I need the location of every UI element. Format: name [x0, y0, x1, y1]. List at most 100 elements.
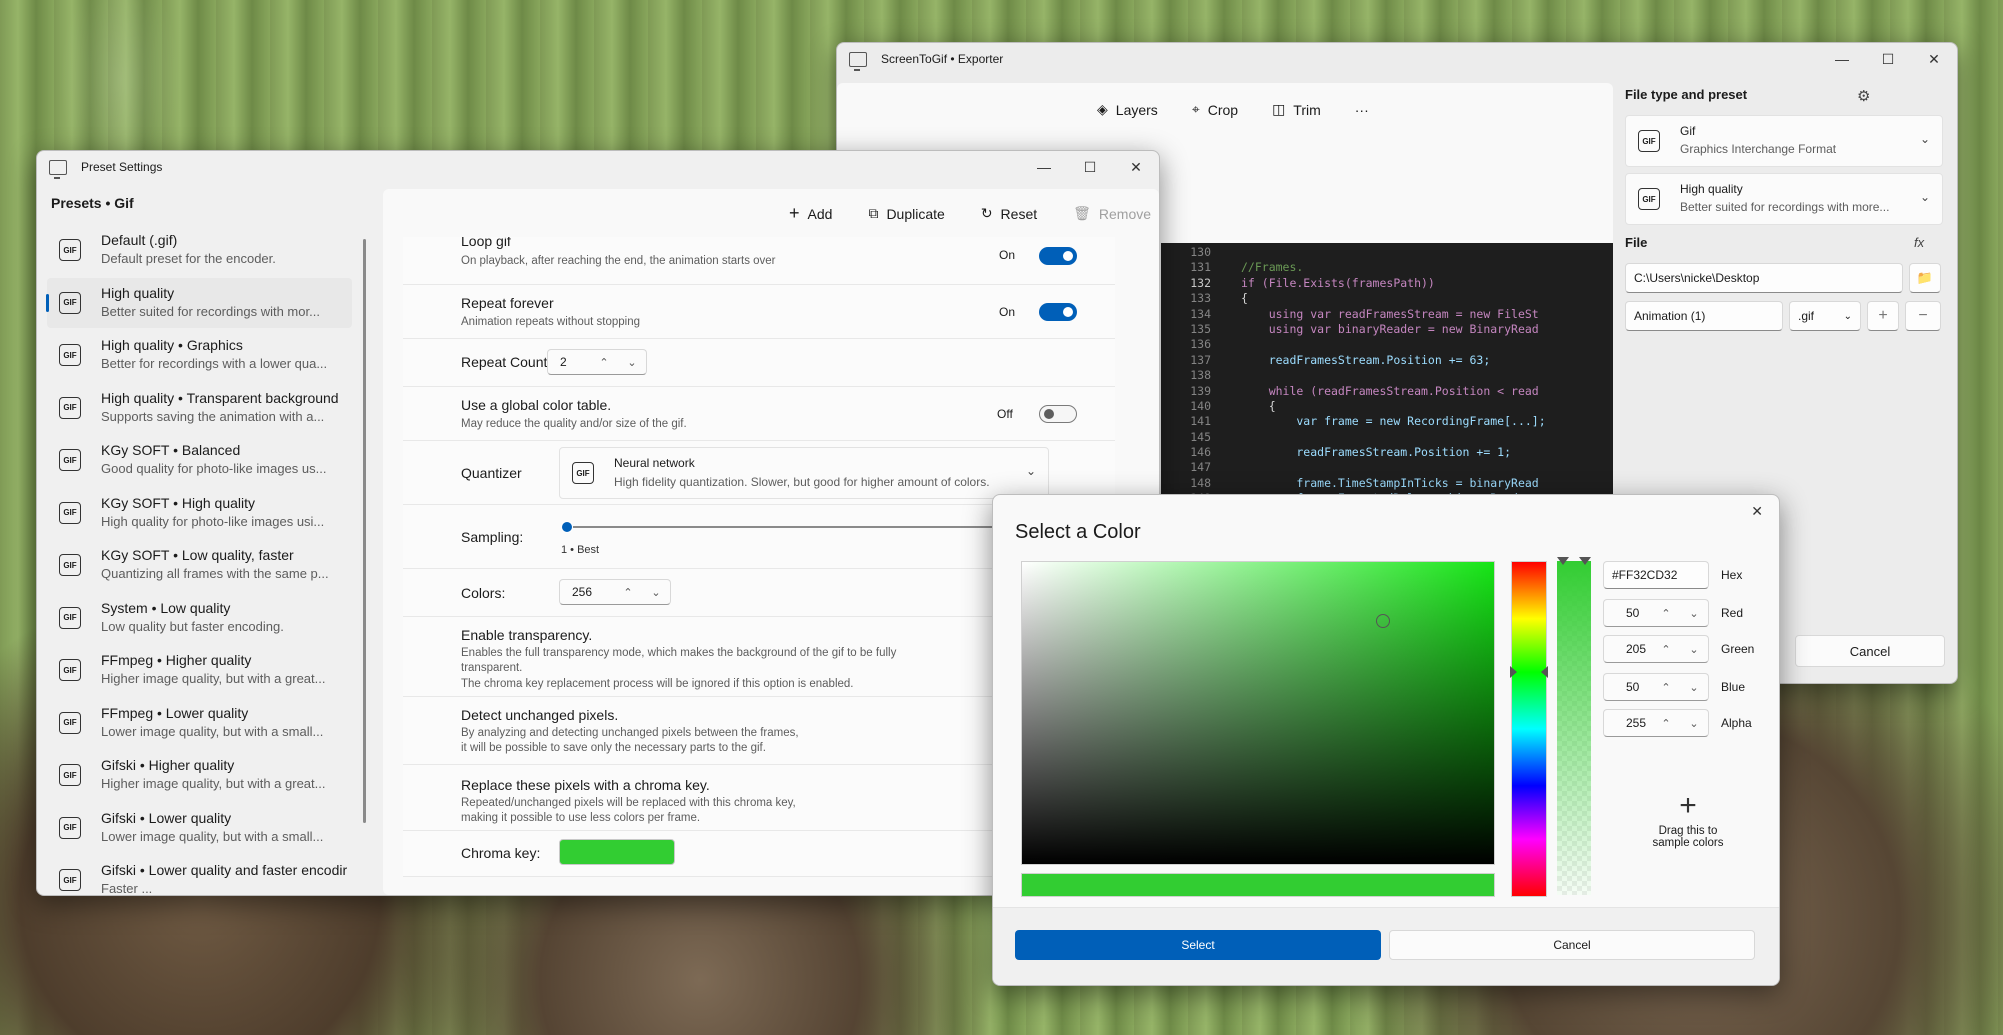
preset-list-item[interactable]: GIF FFmpeg • Higher quality Higher image q… [47, 645, 352, 695]
preset-list-item[interactable]: GIF FFmpeg • Lower quality Lower image qua… [47, 698, 352, 748]
increase-number-button[interactable]: + [1867, 301, 1899, 331]
code-line: 131 //Frames. [1161, 260, 1613, 275]
preset-list-item[interactable]: GIF System • Low quality Low quality but f… [47, 593, 352, 643]
alpha-handle-left [1557, 557, 1569, 565]
path-input[interactable]: C:\Users\nicke\Desktop [1625, 263, 1903, 293]
preset-list-item[interactable]: GIF Gifski • Lower quality and faster enc… [47, 855, 352, 895]
preset-list-item[interactable]: GIF KGy SOFT • High quality High quality f… [47, 488, 352, 538]
maximize-icon[interactable]: ☐ [1865, 43, 1911, 75]
preset-list-item[interactable]: GIF Gifski • Lower quality Lower image qua… [47, 803, 352, 853]
chevron-up-icon[interactable]: ⌃ [1652, 681, 1680, 694]
exporter-cancel-button[interactable]: Cancel [1795, 635, 1945, 667]
code-text: readFramesStream.Position += 63; [1241, 352, 1491, 367]
chroma-key-swatch[interactable] [559, 839, 675, 865]
colors-stepper[interactable]: 256 ⌃ ⌄ [559, 579, 671, 605]
eyedropper-target[interactable]: + Drag this to sample colors [1623, 791, 1753, 861]
chevron-down-icon: ⌄ [1919, 190, 1930, 204]
close-icon[interactable]: ✕ [1113, 151, 1159, 183]
code-line: 138 [1161, 368, 1613, 383]
preset-list-item[interactable]: GIF Gifski • Higher quality Higher image q… [47, 750, 352, 800]
global-color-toggle[interactable] [1039, 405, 1077, 423]
add-button[interactable]: + Add [779, 203, 842, 224]
trim-button[interactable]: ◫ Trim [1262, 101, 1331, 118]
preset-list-item[interactable]: GIF KGy SOFT • Balanced Good quality for p… [47, 435, 352, 485]
close-icon[interactable]: ✕ [1911, 43, 1957, 75]
eyedropper-line2: sample colors [1652, 837, 1724, 849]
minimize-icon[interactable]: — [1819, 43, 1865, 75]
colors-value: 256 [572, 585, 593, 599]
blue-stepper[interactable]: 50 ⌃ ⌄ [1603, 673, 1709, 701]
repeat-forever-toggle[interactable] [1039, 303, 1077, 321]
more-button[interactable]: ··· [1345, 101, 1379, 118]
preset-list-item[interactable]: GIF High quality Better suited for recordi… [46, 277, 352, 328]
crop-button[interactable]: ⌖ Crop [1182, 101, 1248, 118]
file-type-selector[interactable]: GIF Gif Graphics Interchange Format ⌄ [1625, 115, 1943, 167]
replace-title: Replace these pixels with a chroma key. [461, 777, 710, 793]
picker-handle[interactable] [1376, 614, 1390, 628]
extension-select[interactable]: .gif ⌄ [1789, 301, 1861, 331]
loop-title: Loop gif [461, 237, 511, 249]
preset-settings-titlebar[interactable]: Preset Settings — ☐ ✕ [37, 151, 1159, 183]
preset-title: FFmpeg • Higher quality [101, 652, 252, 668]
detect-line2: it will be possible to save only the nec… [461, 742, 766, 754]
chevron-down-icon[interactable]: ⌄ [1680, 681, 1708, 694]
minimize-icon[interactable]: — [1021, 151, 1067, 183]
chevron-down-icon[interactable]: ⌄ [1680, 717, 1708, 730]
select-button[interactable]: Select [1015, 930, 1381, 960]
hex-input[interactable]: #FF32CD32 [1603, 561, 1709, 589]
preset-list-item[interactable]: GIF Default (.gif) Default preset for the … [47, 225, 352, 275]
chevron-down-icon[interactable]: ⌄ [642, 586, 670, 599]
repeat-count-stepper[interactable]: 2 ⌃ ⌄ [547, 349, 647, 375]
reset-button[interactable]: ↻ Reset [971, 203, 1047, 224]
preset-subtitle: Quantizing all frames with the same p... [101, 566, 329, 581]
global-color-row: Use a global color table. May reduce the… [403, 387, 1115, 441]
preset-subtitle: Lower image quality, but with a small... [101, 828, 324, 844]
exporter-titlebar[interactable]: ScreenToGif • Exporter — ☐ ✕ [837, 43, 1957, 75]
maximize-icon[interactable]: ☐ [1067, 151, 1113, 183]
close-icon[interactable]: ✕ [1751, 503, 1763, 520]
preset-selector[interactable]: GIF High quality Better suited for recor… [1625, 173, 1943, 225]
cancel-button[interactable]: Cancel [1389, 930, 1755, 960]
code-line: 139 while (readFramesStream.Position < r… [1161, 384, 1613, 399]
crop-icon: ⌖ [1191, 101, 1200, 117]
red-stepper[interactable]: 50 ⌃ ⌄ [1603, 599, 1709, 627]
gear-icon[interactable]: ⚙ [1857, 87, 1870, 105]
browse-folder-button[interactable]: 📁 [1909, 263, 1941, 293]
chevron-down-icon[interactable]: ⌄ [1680, 607, 1708, 620]
filename-input[interactable]: Animation (1) [1625, 301, 1783, 331]
chevron-up-icon[interactable]: ⌃ [614, 586, 642, 599]
sampling-slider-thumb[interactable] [561, 521, 573, 533]
saturation-value-picker[interactable] [1021, 561, 1495, 865]
preset-list-item[interactable]: GIF High quality • Transparent background… [47, 383, 352, 433]
preset-list-item[interactable]: GIF High quality • Graphics Better for rec… [47, 330, 352, 380]
green-stepper[interactable]: 205 ⌃ ⌄ [1603, 635, 1709, 663]
code-text: //Frames. [1241, 260, 1304, 275]
gif-icon: GIF [1638, 130, 1660, 152]
preset-title: Gifski • Lower quality and faster encodi… [101, 862, 348, 878]
chevron-up-icon[interactable]: ⌃ [1652, 607, 1680, 620]
chevron-up-icon[interactable]: ⌃ [1652, 717, 1680, 730]
duplicate-button[interactable]: ⧉ Duplicate [858, 203, 954, 224]
alpha-slider[interactable] [1557, 557, 1591, 895]
quantizer-subtitle: High fidelity quantization. Slower, but … [614, 475, 990, 489]
code-line: 136 [1161, 337, 1613, 352]
remove-button[interactable]: 🗑 Remove [1063, 203, 1159, 224]
quantizer-select[interactable]: GIF Neural network High fidelity quantiz… [559, 447, 1049, 499]
alpha-stepper[interactable]: 255 ⌃ ⌄ [1603, 709, 1709, 737]
blue-label: Blue [1721, 680, 1746, 694]
chevron-down-icon[interactable]: ⌄ [618, 356, 646, 369]
preset-list-scrollbar[interactable] [363, 239, 366, 823]
loop-toggle[interactable] [1039, 247, 1077, 265]
plus-icon: + [789, 203, 800, 223]
chevron-up-icon[interactable]: ⌃ [1652, 643, 1680, 656]
chevron-up-icon[interactable]: ⌃ [590, 356, 618, 369]
hue-slider[interactable] [1510, 561, 1548, 897]
monitor-icon [49, 159, 67, 179]
code-line: 137 readFramesStream.Position += 63; [1161, 353, 1613, 368]
decrease-number-button[interactable]: − [1905, 301, 1941, 331]
layers-button[interactable]: ◈ Layers [1087, 101, 1168, 118]
extension-value: .gif [1798, 309, 1815, 323]
chevron-down-icon[interactable]: ⌄ [1680, 643, 1708, 656]
fx-icon[interactable]: fx [1914, 235, 1924, 250]
preset-list-item[interactable]: GIF KGy SOFT • Low quality, faster Quantiz… [47, 540, 352, 590]
